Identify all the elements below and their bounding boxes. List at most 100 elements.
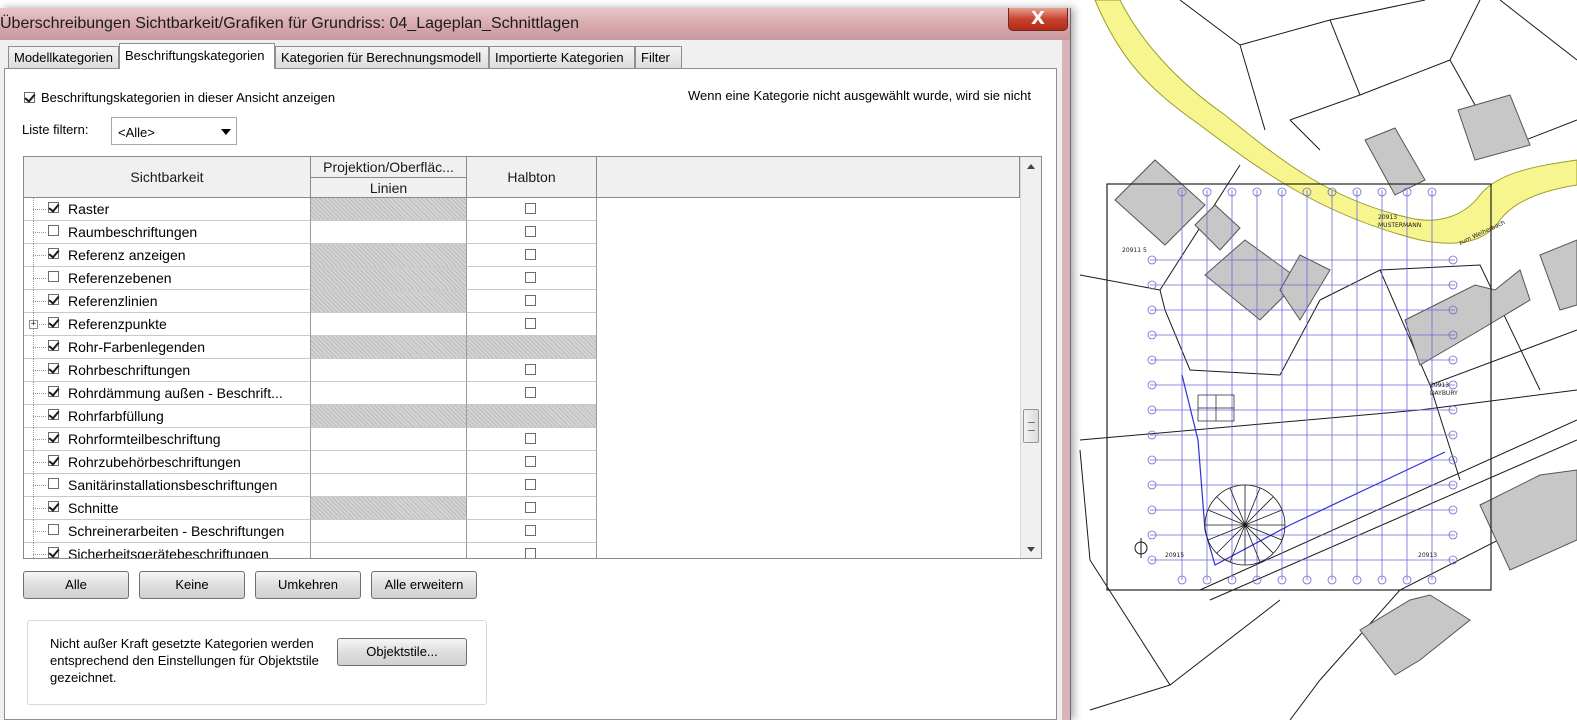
lines-cell[interactable] <box>311 198 467 221</box>
visibility-cell: Sanitärinstallationsbeschriftungen <box>24 474 311 497</box>
table-row[interactable]: Rohrformteilbeschriftung <box>24 428 1020 451</box>
column-header-lines[interactable]: Linien <box>311 178 467 198</box>
category-name: Sanitärinstallationsbeschriftungen <box>68 477 278 493</box>
visibility-checkbox[interactable] <box>48 294 59 305</box>
column-header-halftone[interactable]: Halbton <box>467 157 597 198</box>
filter-dropdown[interactable]: <Alle> <box>111 117 237 145</box>
visibility-checkbox[interactable] <box>48 524 59 535</box>
halftone-checkbox[interactable] <box>525 456 536 467</box>
lines-cell[interactable] <box>311 359 467 382</box>
lines-cell[interactable] <box>311 382 467 405</box>
table-row[interactable]: Schnitte <box>24 497 1020 520</box>
expand-icon[interactable]: + <box>29 320 38 329</box>
lines-cell[interactable] <box>311 405 467 428</box>
lines-cell[interactable] <box>311 520 467 543</box>
lines-cell[interactable] <box>311 267 467 290</box>
column-header-projection[interactable]: Projektion/Oberfläc... <box>311 157 467 178</box>
visibility-checkbox[interactable] <box>48 363 59 374</box>
tab-annotation-categories[interactable]: Beschriftungskategorien <box>119 43 275 69</box>
visibility-checkbox[interactable] <box>48 248 59 259</box>
lines-cell[interactable] <box>311 428 467 451</box>
category-name: Rohrdämmung außen - Beschrift... <box>68 385 283 401</box>
lines-cell[interactable] <box>311 543 467 558</box>
visibility-checkbox[interactable] <box>48 478 59 489</box>
visibility-checkbox[interactable] <box>48 225 59 236</box>
halftone-checkbox[interactable] <box>525 249 536 260</box>
halftone-checkbox[interactable] <box>525 318 536 329</box>
tree-line <box>33 416 46 417</box>
select-all-button[interactable]: Alle <box>23 571 129 599</box>
category-name: Raumbeschriftungen <box>68 224 198 240</box>
visibility-checkbox[interactable] <box>48 386 59 397</box>
column-header-visibility[interactable]: Sichtbarkeit <box>24 157 311 198</box>
table-row[interactable]: Referenzlinien <box>24 290 1020 313</box>
table-row[interactable]: Referenz anzeigen <box>24 244 1020 267</box>
visibility-checkbox[interactable] <box>48 271 59 282</box>
expand-all-button[interactable]: Alle erweitern <box>371 571 477 599</box>
scroll-thumb[interactable] <box>1023 409 1039 443</box>
lines-cell[interactable] <box>311 474 467 497</box>
table-row[interactable]: Raumbeschriftungen <box>24 221 1020 244</box>
tab-imported-categories[interactable]: Importierte Kategorien <box>489 46 635 68</box>
table-row[interactable]: Sicherheitsgerätebeschriftungen <box>24 543 1020 558</box>
lines-cell[interactable] <box>311 244 467 267</box>
object-styles-button[interactable]: Objektstile... <box>337 638 467 666</box>
visibility-checkbox[interactable] <box>48 340 59 351</box>
halftone-checkbox[interactable] <box>525 387 536 398</box>
table-row[interactable]: Raster <box>24 198 1020 221</box>
visibility-checkbox[interactable] <box>48 547 59 558</box>
lines-cell[interactable] <box>311 451 467 474</box>
table-row[interactable]: Sanitärinstallationsbeschriftungen <box>24 474 1020 497</box>
halftone-checkbox[interactable] <box>525 226 536 237</box>
table-row[interactable]: Schreinerarbeiten - Beschriftungen <box>24 520 1020 543</box>
scroll-up-icon[interactable] <box>1027 164 1035 169</box>
visibility-cell: Referenz anzeigen <box>24 244 311 267</box>
halftone-checkbox[interactable] <box>525 295 536 306</box>
tab-filter[interactable]: Filter <box>635 46 682 68</box>
category-name: Rohrfarbfüllung <box>68 408 164 424</box>
halftone-checkbox[interactable] <box>525 203 536 214</box>
table-row[interactable]: Rohrbeschriftungen <box>24 359 1020 382</box>
scroll-down-icon[interactable] <box>1027 547 1035 552</box>
select-none-button[interactable]: Keine <box>139 571 245 599</box>
halftone-cell <box>467 520 597 543</box>
table-row[interactable]: + Referenzpunkte <box>24 313 1020 336</box>
halftone-checkbox[interactable] <box>525 433 536 444</box>
vertical-scrollbar[interactable] <box>1020 157 1041 558</box>
halftone-checkbox[interactable] <box>525 272 536 283</box>
tab-analytical-model-categories[interactable]: Kategorien für Berechnungsmodell <box>275 46 489 68</box>
halftone-checkbox[interactable] <box>525 502 536 513</box>
table-row[interactable]: Rohrfarbfüllung <box>24 405 1020 428</box>
visibility-checkbox[interactable] <box>48 501 59 512</box>
show-categories-label: Beschriftungskategorien in dieser Ansich… <box>41 90 336 105</box>
tab-model-categories[interactable]: Modellkategorien <box>8 46 119 68</box>
visibility-cell: Referenzlinien <box>24 290 311 313</box>
visibility-checkbox[interactable] <box>48 317 59 328</box>
lines-cell[interactable] <box>311 221 467 244</box>
table-row[interactable]: Rohrzubehörbeschriftungen <box>24 451 1020 474</box>
halftone-checkbox[interactable] <box>525 479 536 490</box>
table-row[interactable]: Referenzebenen <box>24 267 1020 290</box>
halftone-checkbox[interactable] <box>525 548 536 558</box>
visibility-checkbox[interactable] <box>48 202 59 213</box>
show-categories-checkbox[interactable] <box>24 92 35 103</box>
halftone-cell <box>467 451 597 474</box>
lines-cell[interactable] <box>311 497 467 520</box>
visibility-cell: Rohrbeschriftungen <box>24 359 311 382</box>
lines-cell[interactable] <box>311 290 467 313</box>
visibility-checkbox[interactable] <box>48 432 59 443</box>
dialog-titlebar[interactable]: Überschreibungen Sichtbarkeit/Grafiken f… <box>0 8 1070 41</box>
invert-selection-button[interactable]: Umkehren <box>255 571 361 599</box>
halftone-checkbox[interactable] <box>525 364 536 375</box>
table-row[interactable]: Rohrdämmung außen - Beschrift... <box>24 382 1020 405</box>
visibility-checkbox[interactable] <box>48 455 59 466</box>
visibility-cell: Raumbeschriftungen <box>24 221 311 244</box>
pipe-fitting-symbol <box>1204 484 1286 566</box>
table-row[interactable]: Rohr-Farbenlegenden <box>24 336 1020 359</box>
visibility-checkbox[interactable] <box>48 409 59 420</box>
lines-cell[interactable] <box>311 336 467 359</box>
lines-cell[interactable] <box>311 313 467 336</box>
halftone-checkbox[interactable] <box>525 525 536 536</box>
close-button[interactable]: X <box>1008 8 1068 31</box>
map-label: MUSTERMANN <box>1378 222 1421 229</box>
